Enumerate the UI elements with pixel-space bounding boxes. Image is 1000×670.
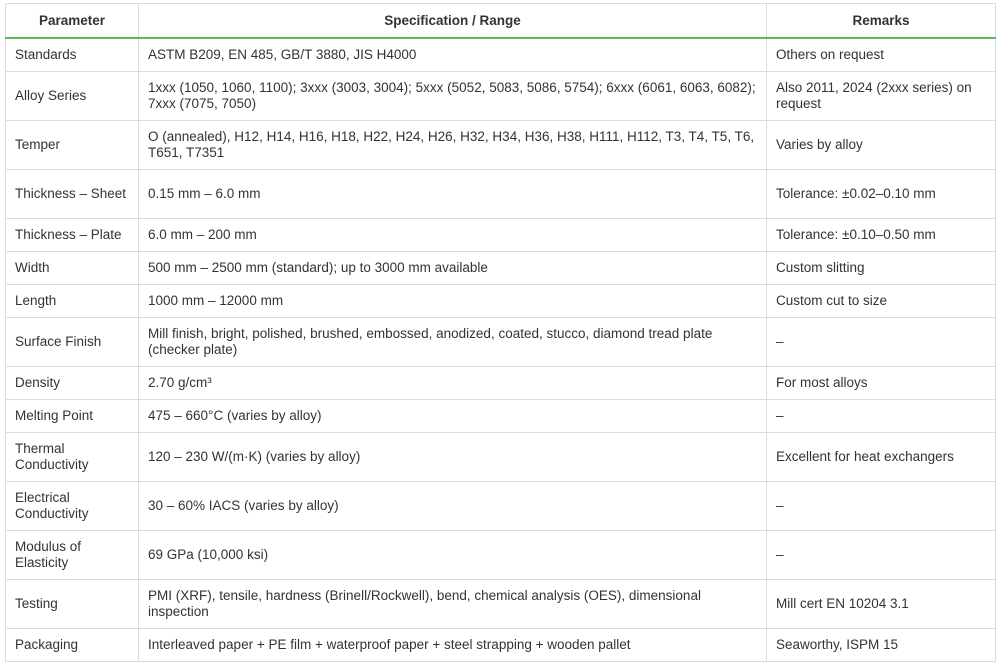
cell-parameter: Electrical Conductivity [5, 481, 139, 531]
cell-remarks: Mill cert EN 10204 3.1 [766, 579, 996, 629]
cell-remarks: Others on request [766, 37, 996, 72]
cell-specification: Mill finish, bright, polished, brushed, … [138, 317, 767, 367]
cell-specification: 69 GPa (10,000 ksi) [138, 530, 767, 580]
header-parameter: Parameter [5, 3, 139, 39]
cell-parameter: Density [5, 366, 139, 400]
cell-parameter: Melting Point [5, 399, 139, 433]
table-row: Standards ASTM B209, EN 485, GB/T 3880, … [5, 37, 996, 72]
cell-remarks: Also 2011, 2024 (2xxx series) on request [766, 71, 996, 121]
table-row: Packaging Interleaved paper + PE film + … [5, 628, 996, 662]
cell-specification: 500 mm – 2500 mm (standard); up to 3000 … [138, 251, 767, 285]
cell-specification: Interleaved paper + PE film + waterproof… [138, 628, 767, 662]
cell-specification: 1xxx (1050, 1060, 1100); 3xxx (3003, 300… [138, 71, 767, 121]
table-row: Thermal Conductivity 120 – 230 W/(m·K) (… [5, 432, 996, 482]
table-row: Alloy Series 1xxx (1050, 1060, 1100); 3x… [5, 71, 996, 121]
table-row: Modulus of Elasticity 69 GPa (10,000 ksi… [5, 530, 996, 580]
cell-parameter: Temper [5, 120, 139, 170]
spec-table: Parameter Specification / Range Remarks … [5, 3, 996, 662]
spec-table-container: Parameter Specification / Range Remarks … [0, 0, 1000, 662]
cell-specification: 6.0 mm – 200 mm [138, 218, 767, 252]
cell-remarks: – [766, 481, 996, 531]
cell-specification: 475 – 660°C (varies by alloy) [138, 399, 767, 433]
cell-parameter: Modulus of Elasticity [5, 530, 139, 580]
header-specification: Specification / Range [138, 3, 767, 39]
table-row: Thickness – Sheet 0.15 mm – 6.0 mm Toler… [5, 169, 996, 219]
table-row: Temper O (annealed), H12, H14, H16, H18,… [5, 120, 996, 170]
cell-parameter: Surface Finish [5, 317, 139, 367]
cell-remarks: – [766, 399, 996, 433]
table-row: Density 2.70 g/cm³ For most alloys [5, 366, 996, 400]
table-row: Thickness – Plate 6.0 mm – 200 mm Tolera… [5, 218, 996, 252]
cell-remarks: For most alloys [766, 366, 996, 400]
cell-remarks: Tolerance: ±0.02–0.10 mm [766, 169, 996, 219]
table-row: Testing PMI (XRF), tensile, hardness (Br… [5, 579, 996, 629]
cell-parameter: Alloy Series [5, 71, 139, 121]
cell-remarks: Seaworthy, ISPM 15 [766, 628, 996, 662]
table-row: Length 1000 mm – 12000 mm Custom cut to … [5, 284, 996, 318]
cell-parameter: Length [5, 284, 139, 318]
table-row: Surface Finish Mill finish, bright, poli… [5, 317, 996, 367]
cell-remarks: Excellent for heat exchangers [766, 432, 996, 482]
cell-specification: 0.15 mm – 6.0 mm [138, 169, 767, 219]
cell-parameter: Packaging [5, 628, 139, 662]
cell-specification: 120 – 230 W/(m·K) (varies by alloy) [138, 432, 767, 482]
header-remarks: Remarks [766, 3, 996, 39]
cell-remarks: Custom cut to size [766, 284, 996, 318]
cell-remarks: – [766, 317, 996, 367]
table-body: Standards ASTM B209, EN 485, GB/T 3880, … [5, 37, 996, 662]
cell-parameter: Thickness – Sheet [5, 169, 139, 219]
table-header: Parameter Specification / Range Remarks [5, 3, 996, 39]
cell-specification: PMI (XRF), tensile, hardness (Brinell/Ro… [138, 579, 767, 629]
cell-remarks: Varies by alloy [766, 120, 996, 170]
cell-parameter: Standards [5, 37, 139, 72]
cell-specification: ASTM B209, EN 485, GB/T 3880, JIS H4000 [138, 37, 767, 72]
cell-remarks: Tolerance: ±0.10–0.50 mm [766, 218, 996, 252]
cell-specification: O (annealed), H12, H14, H16, H18, H22, H… [138, 120, 767, 170]
table-row: Melting Point 475 – 660°C (varies by all… [5, 399, 996, 433]
header-row: Parameter Specification / Range Remarks [5, 3, 996, 39]
cell-remarks: Custom slitting [766, 251, 996, 285]
cell-specification: 30 – 60% IACS (varies by alloy) [138, 481, 767, 531]
cell-parameter: Testing [5, 579, 139, 629]
cell-parameter: Width [5, 251, 139, 285]
cell-specification: 2.70 g/cm³ [138, 366, 767, 400]
cell-remarks: – [766, 530, 996, 580]
cell-parameter: Thickness – Plate [5, 218, 139, 252]
cell-parameter: Thermal Conductivity [5, 432, 139, 482]
table-row: Electrical Conductivity 30 – 60% IACS (v… [5, 481, 996, 531]
table-row: Width 500 mm – 2500 mm (standard); up to… [5, 251, 996, 285]
cell-specification: 1000 mm – 12000 mm [138, 284, 767, 318]
